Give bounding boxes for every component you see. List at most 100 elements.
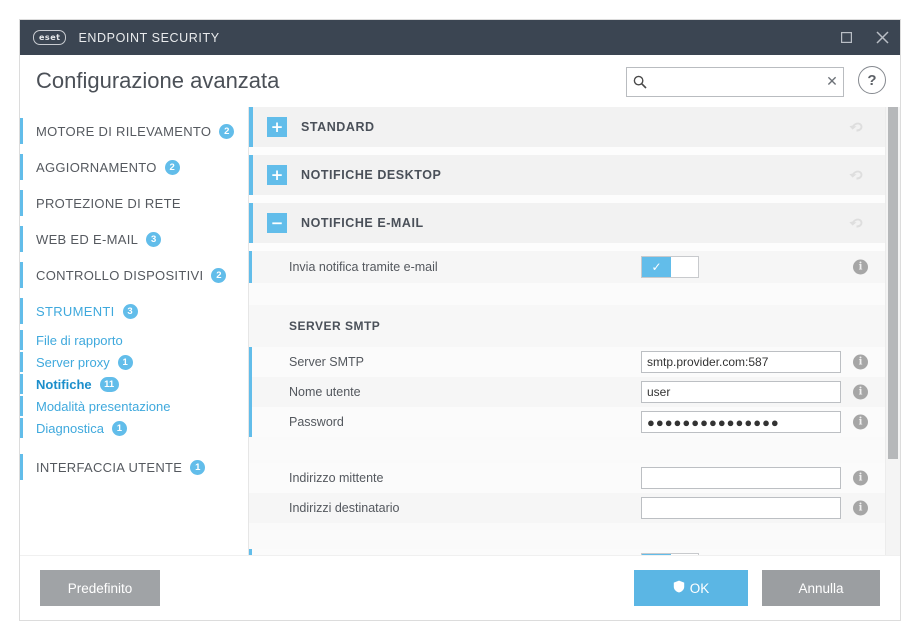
toggle-track — [671, 257, 698, 277]
row-spacer — [249, 283, 886, 305]
row-label: Server SMTP — [289, 355, 365, 369]
help-button[interactable]: ? — [858, 66, 886, 94]
row-indirizzi-destinatario: Indirizzi destinatario i — [249, 493, 886, 523]
sidebar-item-diagnostica[interactable]: Diagnostica 1 — [20, 417, 248, 439]
close-icon[interactable] — [864, 20, 900, 55]
server-smtp-input[interactable] — [641, 351, 841, 373]
window-title-bar: eset ENDPOINT SECURITY — [20, 20, 900, 55]
settings-scroll-area: + STANDARD + NOTIFICHE DESKTOP − NOTIFIC… — [249, 107, 886, 555]
sidebar-item-protezione-di-rete[interactable]: PROTEZIONE DI RETE — [20, 185, 248, 221]
maximize-icon[interactable] — [828, 20, 864, 55]
row-nome-utente: Nome utente i — [249, 377, 886, 407]
info-icon[interactable]: i — [853, 354, 868, 370]
scrollbar-thumb[interactable] — [888, 107, 898, 459]
ok-button[interactable]: OK — [634, 570, 748, 606]
toggle-check-icon: ✓ — [642, 257, 671, 277]
eset-logo: eset — [33, 30, 67, 45]
info-icon[interactable]: i — [853, 500, 868, 516]
sidebar-item-label: CONTROLLO DISPOSITIVI — [36, 267, 204, 283]
revert-icon[interactable] — [849, 167, 866, 183]
sidebar-item-badge: 1 — [190, 459, 206, 475]
section-title: STANDARD — [301, 120, 375, 134]
sidebar-item-badge: 1 — [111, 420, 127, 436]
sidebar-item-motore-di-rilevamento[interactable]: MOTORE DI RILEVAMENTO 2 — [20, 113, 248, 149]
sidebar-item-notifiche[interactable]: Notifiche 11 — [20, 373, 248, 395]
section-header-standard[interactable]: + STANDARD — [249, 107, 886, 147]
row-label: Invia notifica tramite e-mail — [289, 260, 438, 274]
sidebar-item-web-ed-email[interactable]: WEB ED E-MAIL 3 — [20, 221, 248, 257]
eset-logo-text: eset — [39, 32, 61, 42]
page-header: Configurazione avanzata ✕ ? — [20, 55, 900, 107]
sidebar-item-badge: 3 — [122, 303, 138, 319]
sender-address-input[interactable] — [641, 467, 841, 489]
search-box[interactable]: ✕ — [626, 67, 844, 97]
recipient-addresses-input[interactable] — [641, 497, 841, 519]
search-icon — [633, 75, 647, 89]
row-label: Indirizzi destinatario — [289, 501, 400, 515]
default-button[interactable]: Predefinito — [40, 570, 160, 606]
page-title: Configurazione avanzata — [36, 68, 280, 93]
section-header-notifiche-email[interactable]: − NOTIFICHE E-MAIL — [249, 203, 886, 243]
collapse-minus-icon[interactable]: − — [267, 213, 287, 233]
sidebar-item-label: Modalità presentazione — [36, 398, 171, 414]
sidebar-item-interfaccia-utente[interactable]: INTERFACCIA UTENTE 1 — [20, 449, 248, 485]
username-input[interactable] — [641, 381, 841, 403]
desktop-background: eset ENDPOINT SECURITY Configurazione av… — [0, 0, 920, 640]
dialog-footer: Predefinito OK Annulla — [20, 555, 900, 620]
row-spacer — [249, 523, 886, 549]
cancel-button[interactable]: Annulla — [762, 570, 880, 606]
info-icon[interactable]: i — [853, 259, 868, 275]
row-spacer — [249, 437, 886, 463]
field-wrapper — [641, 467, 841, 489]
field-wrapper — [641, 381, 841, 403]
revert-icon[interactable] — [849, 215, 866, 231]
sidebar-item-modalita-presentazione[interactable]: Modalità presentazione — [20, 395, 248, 417]
password-input[interactable] — [641, 411, 841, 433]
sidebar-item-label: File di rapporto — [36, 332, 123, 348]
revert-icon[interactable] — [849, 119, 866, 135]
content-scrollbar[interactable] — [885, 107, 900, 555]
subsection-title: SERVER SMTP — [289, 319, 381, 333]
sidebar-item-file-di-rapporto[interactable]: File di rapporto — [20, 329, 248, 351]
sidebar-item-badge: 2 — [211, 267, 227, 283]
search-input[interactable] — [651, 74, 821, 90]
sidebar-item-label: AGGIORNAMENTO — [36, 159, 157, 175]
ok-button-label: OK — [689, 580, 710, 596]
window-body: MOTORE DI RILEVAMENTO 2 AGGIORNAMENTO 2 … — [20, 107, 900, 555]
sidebar-item-aggiornamento[interactable]: AGGIORNAMENTO 2 — [20, 149, 248, 185]
sidebar-item-badge: 3 — [146, 231, 162, 247]
sidebar-item-controllo-dispositivi[interactable]: CONTROLLO DISPOSITIVI 2 — [20, 257, 248, 293]
sidebar-item-badge: 2 — [164, 159, 180, 175]
advanced-setup-window: eset ENDPOINT SECURITY Configurazione av… — [20, 20, 900, 620]
expand-plus-icon[interactable]: + — [267, 165, 287, 185]
sidebar-item-badge: 11 — [99, 376, 119, 392]
row-label: Password — [289, 415, 344, 429]
window-controls — [828, 20, 900, 55]
row-server-smtp: Server SMTP i — [249, 347, 886, 377]
navigation-sidebar: MOTORE DI RILEVAMENTO 2 AGGIORNAMENTO 2 … — [20, 107, 248, 555]
row-invia-notifica-tramite-email: Invia notifica tramite e-mail ✓ i — [249, 251, 886, 283]
sidebar-item-label: INTERFACCIA UTENTE — [36, 459, 183, 475]
info-icon[interactable]: i — [853, 470, 868, 486]
sidebar-item-server-proxy[interactable]: Server proxy 1 — [20, 351, 248, 373]
field-wrapper — [641, 411, 841, 433]
section-header-notifiche-desktop[interactable]: + NOTIFICHE DESKTOP — [249, 155, 886, 195]
row-password: Password i — [249, 407, 886, 437]
info-icon[interactable]: i — [853, 384, 868, 400]
section-title: NOTIFICHE E-MAIL — [301, 216, 424, 230]
info-icon[interactable]: i — [853, 414, 868, 430]
field-wrapper — [641, 351, 841, 373]
sidebar-item-badge: 2 — [219, 123, 235, 139]
search-clear-icon[interactable]: ✕ — [821, 74, 843, 90]
row-label: Nome utente — [289, 385, 361, 399]
sidebar-item-badge: 1 — [117, 354, 133, 370]
sidebar-item-label: MOTORE DI RILEVAMENTO — [36, 123, 212, 139]
field-wrapper — [641, 497, 841, 519]
toggle-invia-notifica-tramite-email[interactable]: ✓ — [641, 256, 699, 278]
sidebar-item-label: Notifiche — [36, 376, 92, 392]
sidebar-item-strumenti[interactable]: STRUMENTI 3 — [20, 293, 248, 329]
sidebar-item-label: PROTEZIONE DI RETE — [36, 195, 181, 211]
expand-plus-icon[interactable]: + — [267, 117, 287, 137]
row-label: Indirizzo mittente — [289, 471, 384, 485]
